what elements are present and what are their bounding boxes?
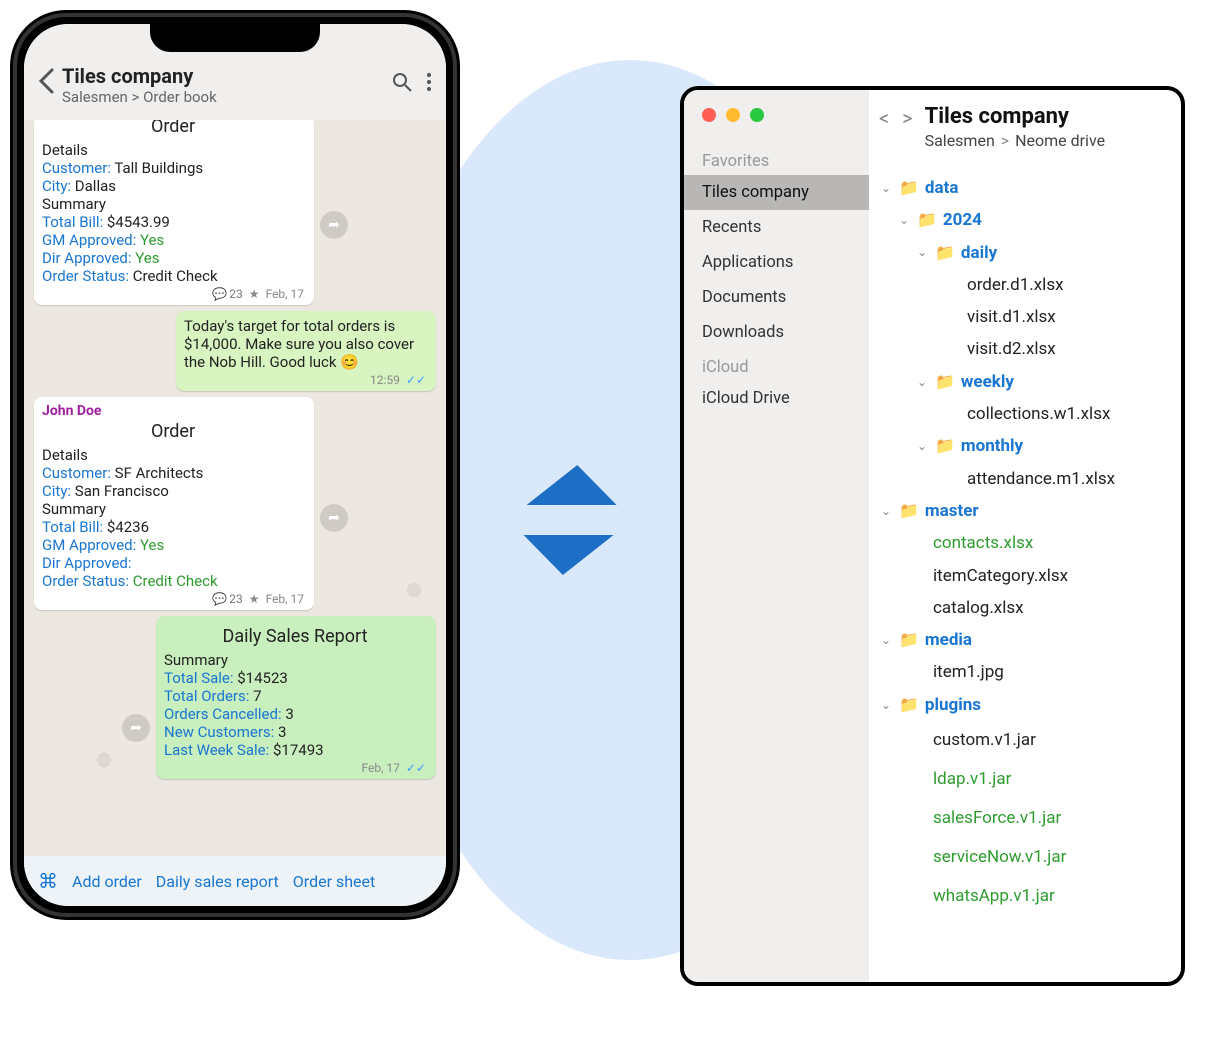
- sidebar-head-favorites: Favorites: [684, 144, 869, 175]
- file-row[interactable]: catalog.xlsx: [879, 592, 1167, 624]
- close-icon[interactable]: [702, 108, 716, 122]
- forward-icon[interactable]: ➦: [320, 211, 348, 239]
- file-row[interactable]: itemCategory.xlsx: [879, 560, 1167, 592]
- file-row[interactable]: visit.d2.xlsx: [879, 333, 1167, 365]
- comment-icon[interactable]: 💬 23: [212, 287, 242, 301]
- file-row[interactable]: collections.w1.xlsx: [879, 398, 1167, 430]
- phone-screen: Tiles company Salesmen > Order book Orde…: [24, 24, 446, 906]
- file-row[interactable]: serviceNow.v1.jar: [879, 838, 1167, 877]
- file-row[interactable]: ldap.v1.jar: [879, 760, 1167, 799]
- sidebar-item-tiles[interactable]: Tiles company: [684, 175, 869, 210]
- app-title[interactable]: Tiles company: [62, 64, 384, 88]
- daily-report-link[interactable]: Daily sales report: [156, 872, 279, 891]
- folder-daily[interactable]: ⌄📁daily: [879, 237, 1167, 269]
- file-row[interactable]: whatsApp.v1.jar: [879, 877, 1167, 916]
- breadcrumb[interactable]: Salesmen > Order book: [62, 88, 384, 106]
- folder-plugins[interactable]: ⌄📁plugins: [879, 689, 1167, 721]
- sync-icon: [510, 455, 630, 585]
- folder-master[interactable]: ⌄📁master: [879, 495, 1167, 527]
- folder-monthly[interactable]: ⌄📁monthly: [879, 430, 1167, 462]
- folder-2024[interactable]: ⌄📁2024: [879, 204, 1167, 236]
- forward-icon[interactable]: ➦: [122, 714, 150, 742]
- file-row[interactable]: contacts.xlsx: [879, 527, 1167, 559]
- add-order-link[interactable]: Add order: [72, 872, 142, 891]
- bottom-bar: ⌘ Add order Daily sales report Order she…: [24, 856, 446, 906]
- star-icon[interactable]: ★: [249, 592, 260, 606]
- chat-body[interactable]: Order Details Customer: Tall Buildings C…: [24, 120, 446, 856]
- phone-notch: [150, 24, 320, 52]
- forward-icon[interactable]: ➦: [320, 504, 348, 532]
- file-row[interactable]: order.d1.xlsx: [879, 269, 1167, 301]
- search-icon[interactable]: [392, 72, 412, 92]
- file-row[interactable]: visit.d1.xlsx: [879, 301, 1167, 333]
- file-tree: ⌄📁data ⌄📁2024 ⌄📁daily order.d1.xlsx visi…: [879, 172, 1167, 917]
- sidebar-head-icloud: iCloud: [684, 350, 869, 381]
- sidebar-item-recents[interactable]: Recents: [684, 210, 869, 245]
- folder-data[interactable]: ⌄📁data: [879, 172, 1167, 204]
- back-icon[interactable]: [38, 64, 54, 94]
- folder-weekly[interactable]: ⌄📁weekly: [879, 366, 1167, 398]
- zoom-icon[interactable]: [750, 108, 764, 122]
- finder-sidebar: Favorites Tiles company Recents Applicat…: [684, 90, 869, 982]
- report-card[interactable]: Daily Sales Report Summary Total Sale: $…: [156, 616, 436, 779]
- finder-title: Tiles company: [925, 104, 1105, 129]
- comment-icon[interactable]: 💬 23: [212, 592, 242, 606]
- file-row[interactable]: item1.jpg: [879, 656, 1167, 688]
- order-card[interactable]: John Doe Order Details Customer: SF Arch…: [34, 397, 314, 610]
- finder-main: < > Tiles company Salesmen > Neome drive…: [869, 90, 1181, 982]
- sidebar-item-icloud-drive[interactable]: iCloud Drive: [684, 381, 869, 416]
- ai-icon[interactable]: ⌘: [38, 869, 58, 893]
- read-check-icon: ✓✓: [406, 761, 426, 775]
- sidebar-item-applications[interactable]: Applications: [684, 245, 869, 280]
- folder-media[interactable]: ⌄📁media: [879, 624, 1167, 656]
- file-row[interactable]: custom.v1.jar: [879, 721, 1167, 760]
- phone-frame: Tiles company Salesmen > Order book Orde…: [10, 10, 460, 920]
- nav-arrows[interactable]: < >: [879, 104, 917, 130]
- window-controls[interactable]: [702, 108, 764, 122]
- star-icon[interactable]: ★: [249, 287, 260, 301]
- sidebar-item-downloads[interactable]: Downloads: [684, 315, 869, 350]
- outgoing-message[interactable]: Today's target for total orders is $14,0…: [176, 311, 436, 391]
- read-check-icon: ✓✓: [406, 373, 426, 387]
- order-sheet-link[interactable]: Order sheet: [293, 872, 375, 891]
- minimize-icon[interactable]: [726, 108, 740, 122]
- more-icon[interactable]: [426, 72, 432, 92]
- finder-breadcrumb: Salesmen > Neome drive: [925, 131, 1105, 150]
- order-card[interactable]: Order Details Customer: Tall Buildings C…: [34, 120, 314, 305]
- finder-window: Favorites Tiles company Recents Applicat…: [680, 86, 1185, 986]
- file-row[interactable]: attendance.m1.xlsx: [879, 463, 1167, 495]
- file-row[interactable]: salesForce.v1.jar: [879, 799, 1167, 838]
- sidebar-item-documents[interactable]: Documents: [684, 280, 869, 315]
